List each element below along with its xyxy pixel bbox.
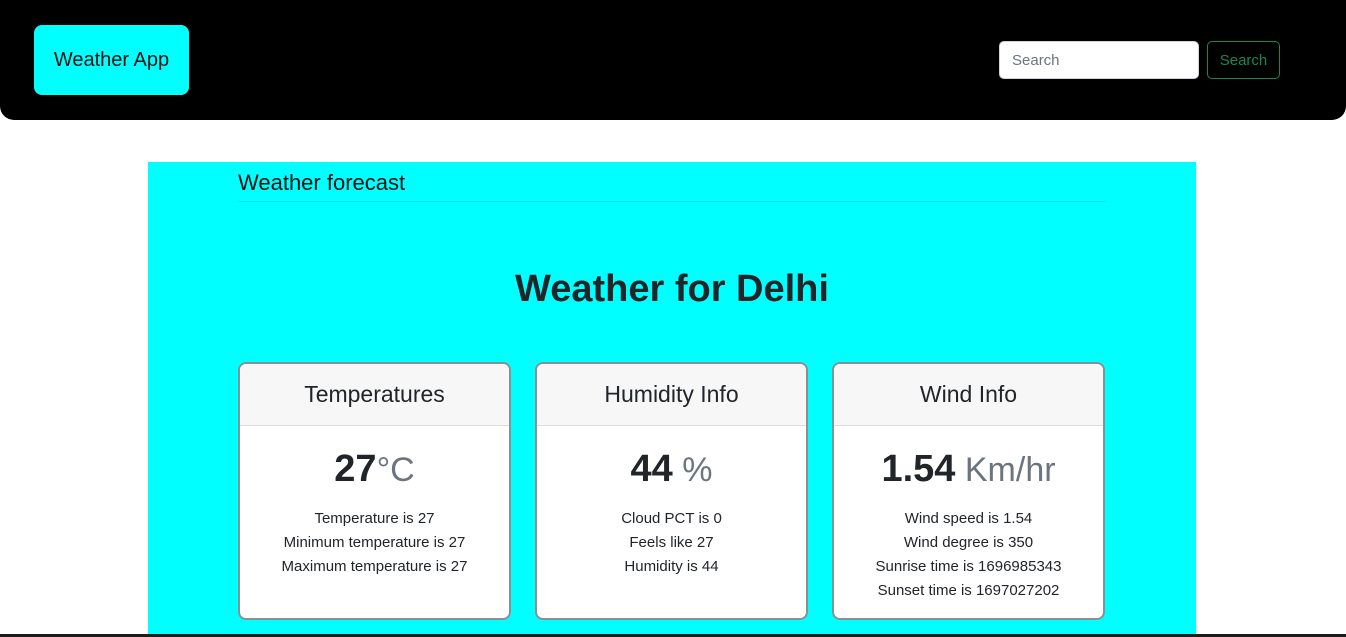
- humidity-card: Humidity Info 44 % Cloud PCT is 0 Feels …: [535, 362, 808, 620]
- forecast-panel: Weather forecast Weather for Delhi Tempe…: [148, 162, 1196, 637]
- card-header: Temperatures: [240, 364, 509, 426]
- card-details: Cloud PCT is 0 Feels like 27 Humidity is…: [537, 507, 806, 579]
- detail-line: Sunrise time is 1696985343: [875, 558, 1062, 575]
- wind-value: 1.54 Km/hr: [834, 446, 1103, 493]
- detail-line: Maximum temperature is 27: [281, 558, 468, 575]
- card-header: Wind Info: [834, 364, 1103, 426]
- value-unit: %: [672, 451, 713, 489]
- page-title: Weather for Delhi: [515, 268, 829, 310]
- temperature-card: Temperatures 27°C Temperature is 27 Mini…: [238, 362, 511, 620]
- wind-card: Wind Info 1.54 Km/hr Wind speed is 1.54 …: [832, 362, 1105, 620]
- search-button[interactable]: Search: [1207, 41, 1280, 79]
- temperature-value: 27°C: [240, 446, 509, 493]
- card-details: Wind speed is 1.54 Wind degree is 350 Su…: [834, 507, 1103, 603]
- card-header: Humidity Info: [537, 364, 806, 426]
- detail-line: Wind speed is 1.54: [904, 510, 1033, 527]
- brand-link[interactable]: Weather App: [34, 25, 189, 95]
- detail-line: Temperature is 27: [314, 510, 435, 527]
- section-title: Weather forecast: [238, 170, 406, 195]
- detail-line: Cloud PCT is 0: [621, 510, 722, 527]
- detail-line: Minimum temperature is 27: [283, 534, 466, 551]
- navbar: Weather App Search: [0, 0, 1346, 120]
- detail-line: Sunset time is 1697027202: [877, 582, 1060, 599]
- detail-line: Feels like 27: [629, 534, 714, 551]
- value-unit: °C: [376, 451, 415, 489]
- section-divider: [238, 201, 1106, 202]
- humidity-value: 44 %: [537, 446, 806, 493]
- value-unit: Km/hr: [955, 451, 1056, 489]
- card-details: Temperature is 27 Minimum temperature is…: [240, 507, 509, 579]
- detail-line: Wind degree is 350: [903, 534, 1034, 551]
- value-number: 44: [630, 448, 673, 490]
- value-number: 27: [334, 448, 377, 490]
- value-number: 1.54: [881, 448, 956, 490]
- search-input[interactable]: [999, 41, 1199, 79]
- detail-line: Humidity is 44: [624, 558, 719, 575]
